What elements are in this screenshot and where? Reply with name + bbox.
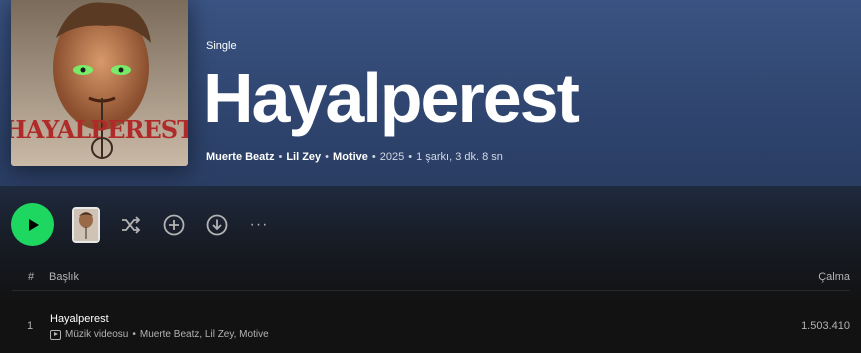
- track-separator: •: [132, 329, 136, 340]
- album-meta: Muerte Beatz • Lil Zey • Motive • 2025 •…: [206, 151, 503, 163]
- cover-title-text: HAYALPEREST: [11, 115, 188, 144]
- meta-separator: •: [325, 151, 330, 163]
- meta-separator: •: [408, 151, 413, 163]
- album-type-label: Single: [206, 40, 237, 52]
- shuffle-button[interactable]: [117, 211, 145, 239]
- play-icon: [28, 218, 39, 231]
- more-options-button[interactable]: ···: [245, 211, 273, 239]
- more-icon: ···: [249, 216, 269, 233]
- download-icon: [206, 214, 228, 236]
- meta-separator: •: [278, 151, 283, 163]
- track-plays: 1.503.410: [801, 320, 850, 332]
- play-button[interactable]: [11, 203, 54, 246]
- album-cover-art: HAYALPEREST: [11, 0, 188, 166]
- artist-link-3[interactable]: Motive: [333, 151, 368, 163]
- add-to-library-button[interactable]: [160, 211, 188, 239]
- album-cover[interactable]: HAYALPEREST: [11, 0, 188, 166]
- album-title: Hayalperest: [203, 59, 580, 137]
- release-year: 2025: [379, 151, 405, 163]
- meta-separator: •: [371, 151, 376, 163]
- track-title[interactable]: Hayalperest: [50, 313, 109, 325]
- thumbnail-art: [74, 209, 98, 241]
- album-summary: 1 şarkı, 3 dk. 8 sn: [416, 151, 503, 163]
- artist-link-1[interactable]: Muerte Beatz: [206, 151, 274, 163]
- download-button[interactable]: [203, 211, 231, 239]
- album-type: Single: [206, 40, 237, 52]
- index-column-header: #: [28, 271, 35, 283]
- preview-thumbnail[interactable]: [72, 207, 100, 243]
- music-video-icon: [50, 329, 61, 340]
- track-index: 1: [27, 320, 34, 332]
- track-artists[interactable]: Muerte Beatz, Lil Zey, Motive: [140, 329, 269, 340]
- track-row[interactable]: 1 Hayalperest Müzik videosu • Muerte Bea…: [12, 304, 850, 346]
- add-circle-icon: [163, 214, 185, 236]
- track-table-header: # Başlık Çalma: [12, 263, 850, 291]
- title-column-header[interactable]: Başlık: [49, 271, 79, 283]
- plays-column-header[interactable]: Çalma: [818, 271, 850, 283]
- shuffle-icon: [122, 216, 141, 234]
- track-subtitle: Müzik videosu • Muerte Beatz, Lil Zey, M…: [50, 329, 269, 340]
- artist-link-2[interactable]: Lil Zey: [286, 151, 321, 163]
- track-type: Müzik videosu: [65, 329, 129, 340]
